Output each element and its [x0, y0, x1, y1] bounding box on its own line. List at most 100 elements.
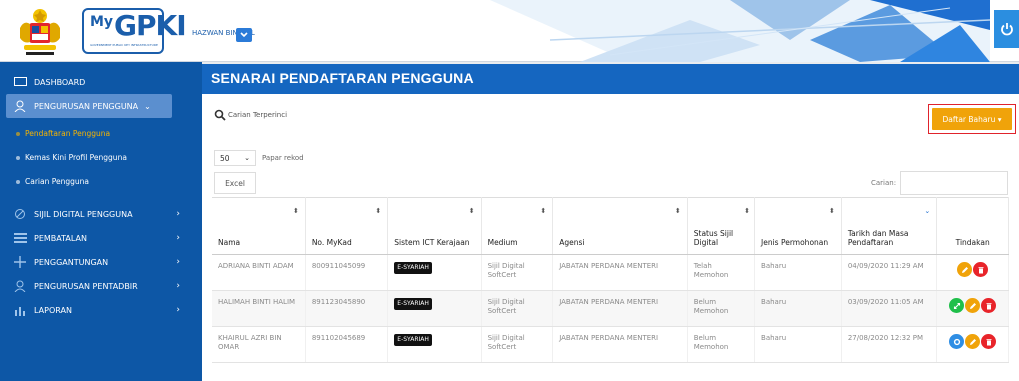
- apply-button[interactable]: [949, 298, 965, 313]
- delete-button[interactable]: [973, 262, 989, 277]
- logo-text-my: My: [90, 14, 114, 30]
- sidebar-item-pengurusan-pengguna[interactable]: PENGURUSAN PENGGUNA ⌄: [0, 94, 202, 118]
- chevron-right-icon: ›: [176, 281, 180, 291]
- sort-icon: ⬍: [828, 207, 835, 215]
- table-row: ADRIANA BINTI ADAM 800911045099 E-SYARIA…: [212, 254, 1009, 291]
- header-label: Tarikh dan Masa Pendaftaran: [847, 229, 909, 247]
- cell-medium: Sijil Digital SoftCert: [481, 254, 554, 291]
- edit-button[interactable]: [965, 334, 981, 349]
- header-decoration: [490, 0, 990, 62]
- sidebar-item-pengurusan-pentadbir[interactable]: PENGURUSAN PENTADBIR ›: [0, 274, 202, 298]
- cell-agensi: JABATAN PERDANA MENTERI: [552, 254, 688, 291]
- column-header-jenis[interactable]: ⬍ Jenis Permohonan: [754, 197, 842, 255]
- advanced-search-link[interactable]: Carian Terperinci: [214, 109, 287, 121]
- sistem-badge: E-SYARIAH: [394, 334, 432, 347]
- page-size-value: 50: [220, 153, 230, 163]
- power-icon: [1000, 23, 1013, 36]
- chevron-right-icon: ›: [176, 233, 180, 243]
- table-row: HALIMAH BINTI HALIM 891123045890 E-SYARI…: [212, 290, 1009, 327]
- monitor-icon: [12, 75, 28, 89]
- bullet-icon: [16, 156, 20, 160]
- government-crest-logo: [20, 9, 60, 55]
- header-label: Medium: [487, 238, 518, 247]
- cell-mykad: 891102045689: [305, 326, 389, 363]
- column-header-sistem-ict[interactable]: ⬍ Sistem ICT Kerajaan: [387, 197, 482, 255]
- cell-actions: [936, 254, 1009, 291]
- cell-sistem: E-SYARIAH: [387, 326, 482, 363]
- subitem-label: Pendaftaran Pengguna: [25, 129, 111, 138]
- content-panel: Carian Terperinci Daftar Baharu ▾ 50 ⌄ P…: [202, 94, 1019, 381]
- header-label: No. MyKad: [311, 238, 352, 247]
- top-header: My GPKI GOVERNMENT PUBLIC KEY INFRASTRUC…: [0, 0, 1019, 62]
- sort-icon: ⬍: [375, 207, 382, 215]
- gear-icon: [953, 338, 960, 345]
- column-header-medium[interactable]: ⬍ Medium: [481, 197, 554, 255]
- column-header-status[interactable]: ⬍ Status Sijil Digital: [687, 197, 756, 255]
- cell-status: Belum Memohon: [687, 290, 756, 327]
- cell-tarikh: 04/09/2020 11:29 AM: [841, 254, 938, 291]
- daftar-baharu-button[interactable]: Daftar Baharu ▾: [932, 108, 1012, 130]
- sort-icon: ⬍: [292, 207, 299, 215]
- cell-sistem: E-SYARIAH: [387, 254, 482, 291]
- subitem-label: Carian Pengguna: [25, 177, 89, 186]
- sort-desc-icon: ⌄: [924, 207, 931, 215]
- cell-agensi: JABATAN PERDANA MENTERI: [552, 326, 688, 363]
- sistem-badge: E-SYARIAH: [394, 262, 432, 275]
- column-header-agensi[interactable]: ⬍ Agensi: [552, 197, 688, 255]
- cell-actions: [936, 290, 1009, 327]
- header-label: Status Sijil Digital: [693, 229, 734, 247]
- link-icon: [953, 302, 960, 309]
- sidebar-item-laporan[interactable]: LAPORAN ›: [0, 298, 202, 322]
- logo-text-pki: GPKI: [114, 9, 187, 42]
- user-icon: [12, 99, 28, 113]
- user-registration-table: ⬍ Nama ⬍ No. MyKad ⬍ Sistem ICT Kerajaan ⬍ M…: [212, 197, 1009, 363]
- cell-tarikh: 03/09/2020 11:05 AM: [841, 290, 938, 327]
- bullet-icon: [16, 132, 20, 136]
- chevron-down-icon: [240, 32, 248, 38]
- cell-agensi: JABATAN PERDANA MENTERI: [552, 290, 688, 327]
- settings-button[interactable]: [949, 334, 965, 349]
- user-menu-dropdown[interactable]: [236, 28, 252, 42]
- logo-subtitle: GOVERNMENT PUBLIC KEY INFRASTRUCTURE: [90, 43, 158, 47]
- sidebar-subitem-kemas-kini-profil[interactable]: Kemas Kini Profil Pengguna: [16, 153, 127, 162]
- sidebar-subitem-carian-pengguna[interactable]: Carian Pengguna: [16, 177, 89, 186]
- page-size-label: Papar rekod: [262, 154, 304, 162]
- pencil-icon: [961, 266, 968, 273]
- trash-icon: [978, 266, 984, 273]
- sidebar-item-dashboard[interactable]: DASHBOARD: [0, 70, 202, 94]
- column-header-nama[interactable]: ⬍ Nama: [212, 197, 306, 255]
- sidebar-item-penggantungan[interactable]: PENGGANTUNGAN ›: [0, 250, 202, 274]
- delete-button[interactable]: [981, 298, 997, 313]
- advanced-search-label: Carian Terperinci: [228, 111, 288, 119]
- edit-button[interactable]: [957, 262, 973, 277]
- cell-nama: KHAIRUL AZRI BIN OMAR: [212, 326, 306, 363]
- sidebar-subitem-pendaftaran-pengguna[interactable]: Pendaftaran Pengguna: [16, 129, 110, 138]
- table-row: KHAIRUL AZRI BIN OMAR 891102045689 E-SYA…: [212, 326, 1009, 363]
- cell-mykad: 891123045890: [305, 290, 389, 327]
- sidebar-item-pembatalan[interactable]: PEMBATALAN ›: [0, 226, 202, 250]
- chevron-down-icon: ⌄: [244, 154, 250, 162]
- chevron-right-icon: ›: [176, 257, 180, 267]
- table-header-row: ⬍ Nama ⬍ No. MyKad ⬍ Sistem ICT Kerajaan ⬍ M…: [212, 197, 1009, 255]
- sort-icon: ⬍: [540, 207, 547, 215]
- sidebar-item-sijil-digital-pengguna[interactable]: SIJIL DIGITAL PENGGUNA ›: [0, 202, 202, 226]
- search-input[interactable]: [900, 171, 1008, 195]
- sidebar-item-label: PENGURUSAN PENTADBIR: [34, 281, 138, 291]
- page-size-select[interactable]: 50 ⌄: [214, 150, 256, 166]
- edit-button[interactable]: [965, 298, 981, 313]
- column-header-tarikh[interactable]: ⌄ Tarikh dan Masa Pendaftaran: [841, 197, 938, 255]
- excel-export-button[interactable]: Excel: [214, 172, 256, 194]
- trash-icon: [986, 338, 992, 345]
- header-label: Tindakan: [955, 238, 990, 247]
- trash-icon: [986, 302, 992, 309]
- sidebar-item-label: DASHBOARD: [34, 77, 86, 87]
- sort-icon: ⬍: [468, 207, 475, 215]
- delete-button[interactable]: [981, 334, 997, 349]
- subitem-label: Kemas Kini Profil Pengguna: [25, 153, 127, 162]
- sidebar-item-label: PENGGANTUNGAN: [34, 257, 109, 267]
- sort-icon: ⬍: [674, 207, 681, 215]
- cell-status: Belum Memohon: [687, 326, 756, 363]
- column-header-mykad[interactable]: ⬍ No. MyKad: [305, 197, 389, 255]
- logout-button[interactable]: [994, 10, 1019, 48]
- certificate-icon: [12, 207, 28, 221]
